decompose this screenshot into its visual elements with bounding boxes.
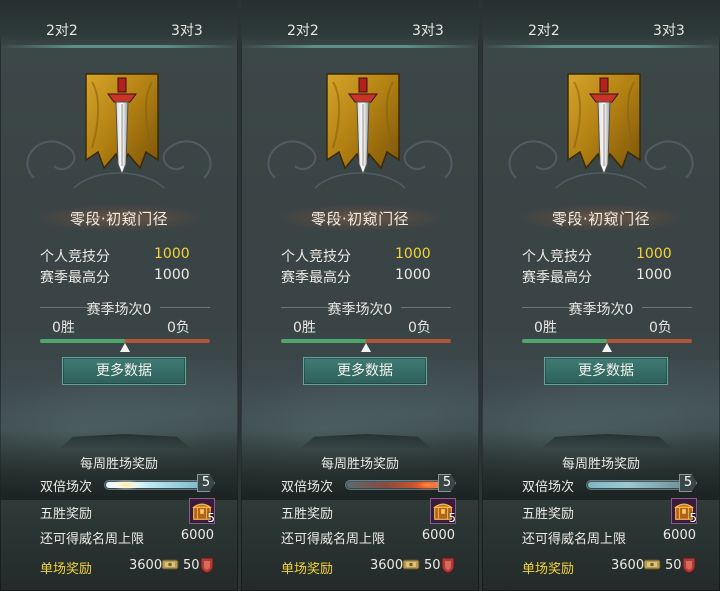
double-matches-label: 双倍场次 — [40, 480, 93, 495]
personal-score-label: 个人竞技分 — [40, 249, 110, 265]
win-loss-marker-icon — [361, 343, 371, 352]
wins-count: 0胜 — [52, 320, 75, 336]
fame-cap-value: 6000 — [421, 528, 455, 543]
fame-cap-value: 6000 — [662, 528, 696, 543]
five-wins-count: 5 — [207, 511, 215, 525]
double-matches-bar — [586, 480, 688, 490]
win-loss-marker-icon — [120, 343, 130, 352]
single-reward-honor: 50 — [183, 558, 200, 573]
coin-icon — [161, 559, 179, 570]
single-reward-coins: 3600 — [129, 558, 163, 573]
sword-banner-emblem-icon — [326, 73, 400, 176]
single-reward-label: 单场奖励 — [281, 562, 334, 577]
season-high-label: 赛季最高分 — [281, 270, 351, 286]
losses-count: 0负 — [167, 320, 190, 336]
tab-3v3[interactable]: 3对3 — [412, 20, 444, 40]
season-matches: 赛季场次0 — [86, 302, 152, 318]
rank-title: 零段·初窥门径 — [310, 210, 410, 228]
weekly-reward-title: 每周胜场奖励 — [320, 457, 399, 472]
more-data-button[interactable]: 更多数据 — [62, 357, 186, 385]
losses-count: 0负 — [408, 320, 431, 336]
win-fill — [522, 339, 607, 343]
rank-title: 零段·初窥门径 — [69, 210, 169, 228]
win-fill — [281, 339, 366, 343]
tab-3v3[interactable]: 3对3 — [653, 20, 685, 40]
coin-icon — [643, 559, 661, 570]
tab-underline — [0, 45, 238, 48]
wins-count: 0胜 — [293, 320, 316, 336]
weekly-reward-title: 每周胜场奖励 — [79, 457, 158, 472]
more-data-button[interactable]: 更多数据 — [303, 357, 427, 385]
fame-cap-value: 6000 — [180, 528, 214, 543]
mode-tabs: 2对2 3对3 — [0, 0, 238, 48]
arena-panel: 2对2 3对3 零段·初窥门径 个人竞技分 1000 赛季最高分 1000 赛季… — [241, 0, 479, 591]
more-data-button[interactable]: 更多数据 — [544, 357, 668, 385]
fame-cap-label: 还可得威名周上限 — [281, 532, 386, 547]
fame-cap-label: 还可得威名周上限 — [40, 532, 145, 547]
tab-2v2[interactable]: 2对2 — [46, 20, 78, 40]
double-matches-fill — [588, 482, 686, 488]
win-fill — [40, 339, 125, 343]
single-reward-label: 单场奖励 — [40, 562, 93, 577]
double-matches-glow — [413, 480, 441, 490]
single-reward-label: 单场奖励 — [522, 562, 575, 577]
five-wins-label: 五胜奖励 — [281, 507, 334, 522]
season-high-label: 赛季最高分 — [40, 270, 110, 286]
single-reward-coins: 3600 — [370, 558, 404, 573]
shield-icon — [200, 557, 214, 574]
season-high-value: 1000 — [636, 267, 672, 283]
double-matches-glow — [112, 480, 140, 490]
personal-score-label: 个人竞技分 — [281, 249, 351, 265]
tab-2v2[interactable]: 2对2 — [528, 20, 560, 40]
wins-count: 0胜 — [534, 320, 557, 336]
five-wins-label: 五胜奖励 — [522, 507, 575, 522]
five-wins-label: 五胜奖励 — [40, 507, 93, 522]
season-high-value: 1000 — [395, 267, 431, 283]
season-matches: 赛季场次0 — [327, 302, 393, 318]
double-matches-label: 双倍场次 — [281, 480, 334, 495]
single-reward-honor: 50 — [424, 558, 441, 573]
single-reward-honor: 50 — [665, 558, 682, 573]
fame-cap-label: 还可得威名周上限 — [522, 532, 627, 547]
treasure-chest-icon[interactable]: 5 — [430, 498, 456, 525]
double-matches-label: 双倍场次 — [522, 480, 575, 495]
coin-icon — [402, 559, 420, 570]
arena-panel: 2对2 3对3 零段·初窥门径 个人竞技分 1000 赛季最高分 1000 赛季… — [482, 0, 720, 591]
win-loss-marker-icon — [602, 343, 612, 352]
mode-tabs: 2对2 3对3 — [241, 0, 479, 48]
tab-3v3[interactable]: 3对3 — [171, 20, 203, 40]
personal-score-value: 1000 — [154, 246, 190, 262]
treasure-chest-icon[interactable]: 5 — [671, 498, 697, 525]
rank-title: 零段·初窥门径 — [551, 210, 651, 228]
tab-underline — [241, 45, 479, 48]
tab-underline — [482, 45, 720, 48]
personal-score-value: 1000 — [395, 246, 431, 262]
shield-icon — [682, 557, 696, 574]
season-high-value: 1000 — [154, 267, 190, 283]
shield-icon — [441, 557, 455, 574]
tab-2v2[interactable]: 2对2 — [287, 20, 319, 40]
personal-score-label: 个人竞技分 — [522, 249, 592, 265]
season-high-label: 赛季最高分 — [522, 270, 592, 286]
five-wins-count: 5 — [689, 511, 697, 525]
losses-count: 0负 — [649, 320, 672, 336]
five-wins-count: 5 — [448, 511, 456, 525]
weekly-reward-title: 每周胜场奖励 — [561, 457, 640, 472]
season-matches: 赛季场次0 — [568, 302, 634, 318]
mode-tabs: 2对2 3对3 — [482, 0, 720, 48]
personal-score-value: 1000 — [636, 246, 672, 262]
treasure-chest-icon[interactable]: 5 — [189, 498, 215, 525]
sword-banner-emblem-icon — [85, 73, 159, 176]
arena-panel: 2对2 3对3 零段·初窥门径 个人竞技分 1000 赛季最高分 1000 赛季… — [0, 0, 238, 591]
sword-banner-emblem-icon — [567, 73, 641, 176]
single-reward-coins: 3600 — [611, 558, 645, 573]
